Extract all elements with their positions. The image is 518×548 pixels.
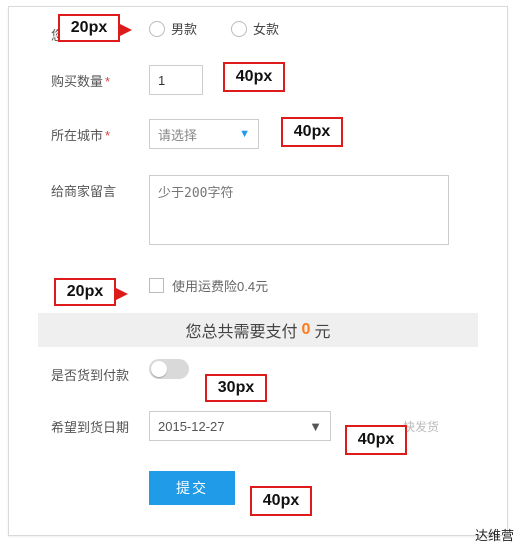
- label-qty: 购买数量*: [9, 65, 149, 90]
- label-cod: 是否货到付款: [9, 359, 149, 384]
- date-select[interactable]: 2015-12-27 ▼: [149, 411, 331, 441]
- total-suffix: 元: [314, 318, 330, 342]
- callout-date: 40px: [345, 425, 407, 455]
- row-message: 给商家留言: [9, 175, 507, 245]
- arrow-icon: [116, 288, 128, 300]
- label-message: 给商家留言: [9, 175, 149, 200]
- row-date: 希望到货日期 2015-12-27 ▼ 快发货: [9, 411, 507, 445]
- qty-input[interactable]: [149, 65, 203, 95]
- label-date: 希望到货日期: [9, 411, 149, 436]
- cod-switch[interactable]: [149, 359, 189, 379]
- callout-city: 40px: [281, 117, 343, 147]
- total-amount: 0: [302, 321, 311, 339]
- radio-female-label: 女款: [253, 19, 279, 38]
- date-hint: 快发货: [403, 418, 439, 435]
- chevron-down-icon: ▼: [309, 419, 322, 434]
- date-value: 2015-12-27: [158, 419, 225, 434]
- radio-male-label: 男款: [171, 19, 197, 38]
- submit-button[interactable]: 提交: [149, 471, 235, 505]
- city-select-placeholder: 请选择: [158, 125, 197, 144]
- total-prefix: 您总共需要支付: [186, 318, 298, 342]
- callout-qty: 40px: [223, 62, 285, 92]
- city-select[interactable]: 请选择 ▼: [149, 119, 259, 149]
- label-city: 所在城市*: [9, 119, 149, 144]
- callout-insurance: 20px: [54, 278, 116, 306]
- footer-text: 达维营: [475, 525, 514, 544]
- row-city: 所在城市* 请选择 ▼: [9, 119, 507, 153]
- callout-cod: 30px: [205, 374, 267, 402]
- radio-male[interactable]: [149, 21, 165, 37]
- callout-submit: 40px: [250, 486, 312, 516]
- insurance-label: 使用运费险0.4元: [172, 276, 268, 295]
- message-textarea[interactable]: [149, 175, 449, 245]
- insurance-checkbox[interactable]: [149, 278, 164, 293]
- radio-female[interactable]: [231, 21, 247, 37]
- arrow-icon: [120, 24, 132, 36]
- callout-gender: 20px: [58, 14, 120, 42]
- chevron-down-icon: ▼: [239, 128, 250, 140]
- total-bar: 您总共需要支付 0 元: [38, 313, 478, 347]
